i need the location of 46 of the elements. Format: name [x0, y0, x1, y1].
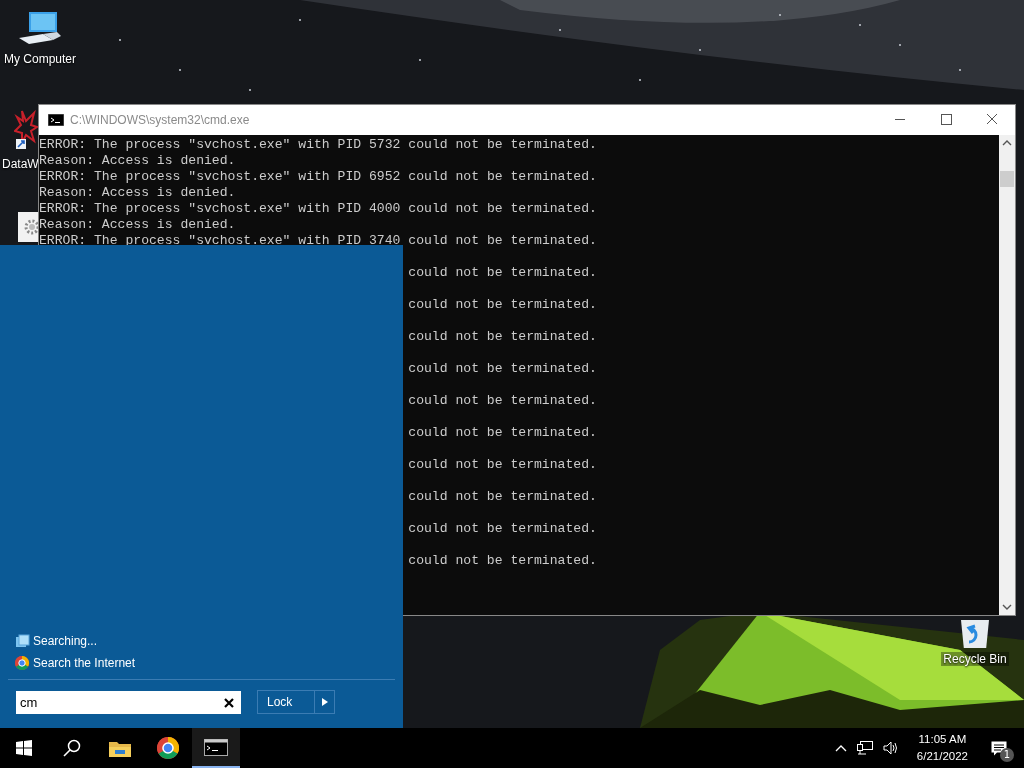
console-line: ERROR: The process "svchost.exe" with PID 3740 could not be terminated. — [39, 233, 598, 249]
browser-icon — [157, 737, 179, 759]
search-result[interactable]: Searching... — [15, 633, 98, 649]
clear-icon[interactable] — [224, 697, 234, 708]
documents-icon — [15, 633, 30, 649]
gear-icon[interactable] — [18, 212, 38, 242]
windows-start-icon[interactable] — [16, 740, 32, 756]
console-line: Reason: Access is denied. — [39, 153, 237, 169]
scrollbar[interactable] — [999, 135, 1015, 615]
computer-icon[interactable] — [17, 10, 63, 46]
console-line: could not be terminated. — [407, 393, 598, 409]
console-line: could not be terminated. — [407, 361, 598, 377]
console-line: could not be terminated. — [407, 521, 598, 537]
search-result[interactable]: Search the Internet — [15, 655, 136, 671]
console-line: could not be terminated. — [407, 265, 598, 281]
clock-date[interactable]: 6/21/2022 — [916, 748, 968, 765]
console-icon — [204, 738, 228, 756]
search-icon[interactable] — [63, 739, 81, 757]
console-line: Reason: Access is denied. — [39, 217, 237, 233]
chevron-up-icon[interactable] — [834, 744, 847, 752]
clock-time[interactable]: 11:05 AM — [918, 731, 967, 748]
network-icon[interactable] — [856, 741, 873, 755]
console-line: could not be terminated. — [407, 489, 598, 505]
icon-label[interactable]: DataW — [2, 157, 39, 171]
console-line: could not be terminated. — [407, 457, 598, 473]
browser-icon — [15, 655, 30, 671]
shortcut-icon[interactable] — [14, 109, 38, 151]
search-field[interactable]: cm — [16, 690, 241, 714]
console-line: could not be terminated. — [407, 297, 598, 313]
window-title: C:\WINDOWS\system32\cmd.exe — [70, 113, 251, 127]
taskbar-app[interactable] — [192, 728, 240, 768]
scroll-thumb[interactable] — [1000, 171, 1014, 187]
console-line: could not be terminated. — [407, 553, 598, 569]
console-line: could not be terminated. — [407, 425, 598, 441]
console-line: Reason: Access is denied. — [39, 185, 237, 201]
console-line: ERROR: The process "svchost.exe" with PID 6952 could not be terminated. — [39, 169, 598, 185]
console-line: could not be terminated. — [407, 329, 598, 345]
console-line: ERROR: The process "svchost.exe" with PID 4000 could not be terminated. — [39, 201, 598, 217]
notification-badge: 1 — [1000, 748, 1014, 762]
folder-icon — [109, 739, 131, 757]
console-line: ERROR: The process "svchost.exe" with PID 5732 could not be terminated. — [39, 137, 598, 153]
caret-icon — [321, 698, 328, 706]
icon-label[interactable]: Recycle Bin — [941, 652, 1009, 666]
console-icon — [48, 114, 64, 126]
volume-icon[interactable] — [882, 741, 899, 755]
icon-label[interactable]: My Computer — [4, 52, 76, 66]
